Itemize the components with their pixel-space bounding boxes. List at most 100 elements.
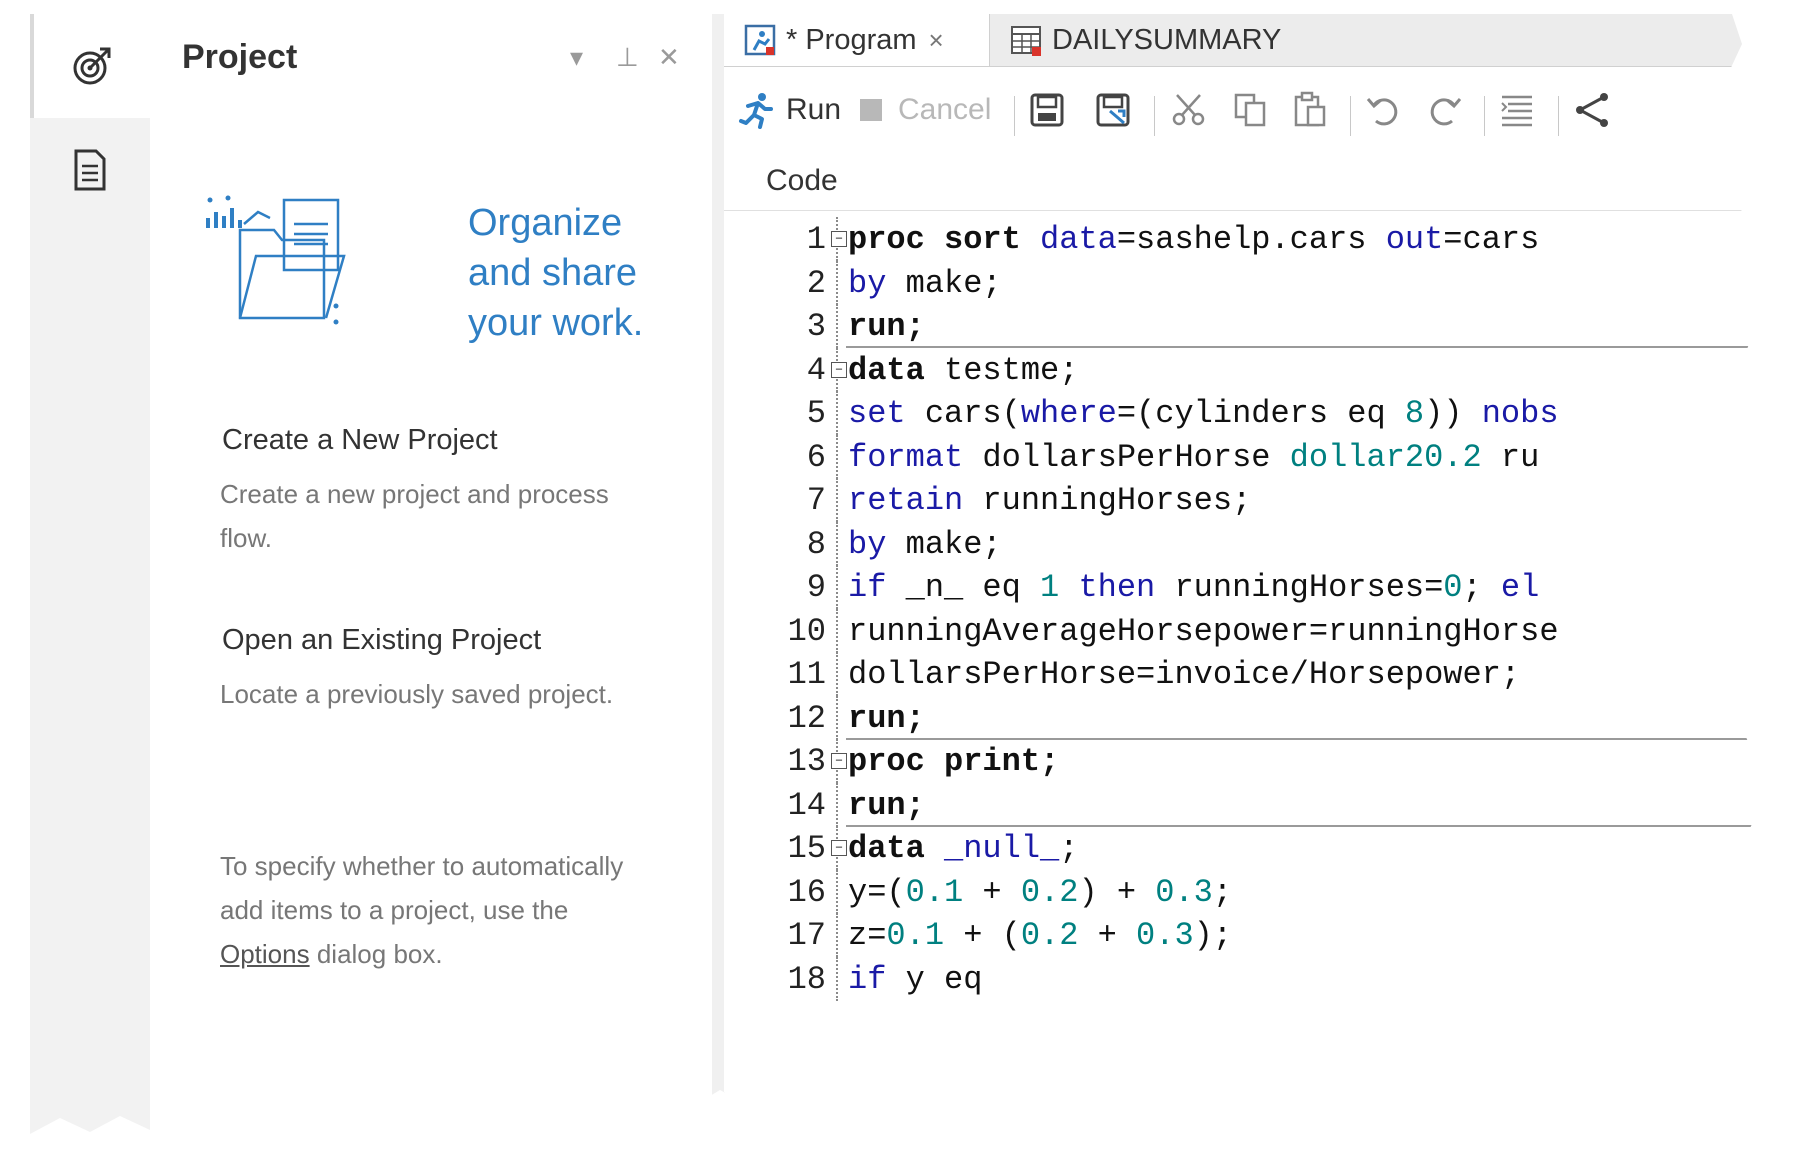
collapse-icon[interactable]: − xyxy=(831,753,847,769)
fold-gutter xyxy=(836,913,838,957)
code-token: dollarsPerHorse=invoice/Horsepower; xyxy=(848,656,1521,693)
chevron-down-icon[interactable]: ▾ xyxy=(570,42,583,73)
line-number: 5 xyxy=(806,395,826,432)
code-line: 7 retain runningHorses; xyxy=(724,478,1752,522)
code-text: if y eq xyxy=(848,961,982,998)
code-token: ); xyxy=(1193,917,1233,954)
collapse-icon[interactable]: − xyxy=(831,840,847,856)
code-token: ) + xyxy=(1078,873,1156,911)
undo-button[interactable] xyxy=(1364,84,1402,136)
code-token: data xyxy=(848,351,925,389)
copy-button[interactable] xyxy=(1232,84,1270,136)
code-token: run; xyxy=(848,699,925,737)
code-subtab[interactable]: Code xyxy=(766,164,838,198)
save-icon xyxy=(1030,93,1064,127)
rail-project-button[interactable] xyxy=(30,14,150,118)
hero-line: Organize xyxy=(468,202,623,244)
code-token: 0.3 xyxy=(1155,873,1213,911)
copy-icon xyxy=(1234,93,1266,127)
program-file-icon xyxy=(744,24,776,56)
rail-document-button[interactable] xyxy=(30,118,150,222)
close-icon[interactable]: × xyxy=(929,25,944,56)
code-text: by make; xyxy=(848,526,1002,563)
code-editor[interactable]: 1− proc sort data=sashelp.cars out=cars 2 b… xyxy=(724,210,1752,1134)
code-token: runningAverageHorsepower=runningHorse xyxy=(848,612,1559,650)
code-token: set xyxy=(848,395,906,432)
code-line: 14 run; xyxy=(724,782,1752,827)
create-project-link[interactable]: Create a New Project xyxy=(222,424,498,457)
fold-gutter xyxy=(836,304,838,348)
fold-gutter xyxy=(836,782,838,827)
folder-chart-illustration-icon xyxy=(206,195,346,325)
code-token: if xyxy=(848,960,887,998)
save-as-button[interactable] xyxy=(1094,84,1132,136)
paste-icon xyxy=(1294,91,1326,127)
code-token: make; xyxy=(886,264,1002,302)
pin-icon[interactable]: ⊥ xyxy=(616,42,639,73)
options-hint-text-end: dialog box. xyxy=(309,939,443,969)
redo-button[interactable] xyxy=(1426,84,1464,136)
fold-gutter xyxy=(836,565,838,609)
code-token: el xyxy=(1500,569,1540,606)
format-code-button[interactable] xyxy=(1498,84,1536,136)
collapse-icon[interactable]: − xyxy=(831,231,847,247)
format-code-icon xyxy=(1501,95,1532,127)
code-text: dollarsPerHorse=invoice/Horsepower; xyxy=(848,656,1520,693)
line-number: 16 xyxy=(787,873,826,911)
cancel-button[interactable]: Cancel xyxy=(860,84,991,136)
code-text: run; xyxy=(848,700,925,737)
tab-dailysummary[interactable]: DAILYSUMMARY xyxy=(992,14,1281,66)
code-token: cars( xyxy=(905,395,1021,432)
code-text: z=0.1 + (0.2 + 0.3); xyxy=(848,917,1232,954)
code-token: by xyxy=(848,525,887,563)
code-token: runningHorses= xyxy=(1155,569,1444,606)
line-number: 13 xyxy=(787,743,826,780)
app-window: Project ▾ ⊥ ✕ Organize and share your wo… xyxy=(30,14,1752,1134)
code-token: 0.2 xyxy=(1020,873,1079,911)
code-text: y=(0.1 + 0.2) + 0.3; xyxy=(848,874,1232,911)
code-token: 0.2 xyxy=(1020,917,1079,954)
code-token: ; xyxy=(1059,830,1079,867)
close-icon[interactable]: ✕ xyxy=(658,42,680,73)
code-token: where xyxy=(1020,395,1117,432)
code-token: y=( xyxy=(848,873,906,911)
code-token: 0.3 xyxy=(1136,917,1194,954)
code-line: 17 z=0.1 + (0.2 + 0.3); xyxy=(724,913,1752,957)
fold-gutter xyxy=(836,434,838,479)
scissors-icon xyxy=(1172,94,1205,126)
open-project-link[interactable]: Open an Existing Project xyxy=(222,624,541,657)
share-button[interactable] xyxy=(1572,84,1612,136)
program-editor: * Program × DAILYSUMMARY Run Cancel Code… xyxy=(724,14,1752,1134)
code-token: retain xyxy=(848,482,964,519)
fold-gutter xyxy=(836,260,838,305)
tab-program[interactable]: * Program × xyxy=(724,14,990,66)
pane-title: Project xyxy=(182,38,298,76)
left-icon-rail xyxy=(30,14,150,1134)
hero-text: Organize and share your work. xyxy=(468,198,688,348)
code-token: 8 xyxy=(1404,395,1425,432)
line-number: 7 xyxy=(806,482,826,519)
options-link[interactable]: Options xyxy=(220,939,310,969)
code-token: data xyxy=(848,830,925,867)
code-token: z= xyxy=(848,917,887,954)
code-token: 1 xyxy=(1040,569,1060,606)
tab-bar: * Program × DAILYSUMMARY xyxy=(724,14,1752,67)
line-number: 10 xyxy=(787,612,826,650)
save-button[interactable] xyxy=(1028,84,1066,136)
code-token: out xyxy=(1385,221,1444,258)
code-line: 10 runningAverageHorsepower=runningHorse xyxy=(724,608,1752,653)
code-line: 12 run; xyxy=(724,695,1752,740)
code-token: if xyxy=(848,569,887,606)
target-icon xyxy=(73,47,111,85)
code-token: 0.1 xyxy=(905,873,964,911)
code-line: 3 run; xyxy=(724,304,1752,348)
run-button[interactable]: Run xyxy=(738,84,841,136)
code-line: 5 set cars(where=(cylinders eq 8)) nobs xyxy=(724,391,1752,435)
line-number: 14 xyxy=(787,786,826,824)
options-hint-text: To specify whether to automatically add … xyxy=(220,851,624,925)
paste-button[interactable] xyxy=(1292,84,1330,136)
code-line: 18 if y eq xyxy=(724,956,1752,1001)
cut-button[interactable] xyxy=(1170,84,1208,136)
collapse-icon[interactable]: − xyxy=(831,361,847,378)
